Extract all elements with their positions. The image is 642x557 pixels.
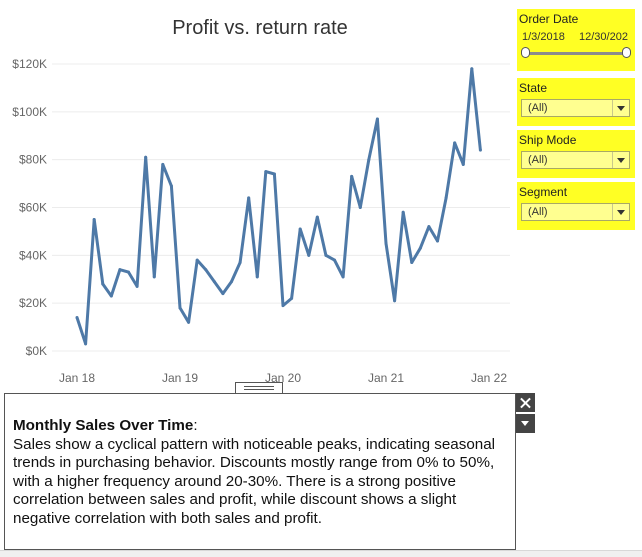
data-point[interactable] (470, 67, 474, 71)
y-tick-label: $120K (12, 57, 47, 71)
data-point[interactable] (84, 342, 88, 346)
data-point[interactable] (127, 270, 130, 274)
ship-mode-dropdown[interactable]: (All) (521, 151, 630, 169)
data-point[interactable] (204, 268, 208, 272)
chevron-down-icon[interactable] (612, 152, 629, 168)
data-point[interactable] (358, 206, 362, 209)
bottom-scroll-strip (0, 550, 642, 557)
filter-title-state: State (519, 81, 548, 95)
data-point[interactable] (324, 253, 328, 257)
data-point[interactable] (92, 217, 96, 221)
chevron-down-icon[interactable] (612, 100, 629, 116)
data-point[interactable] (221, 292, 225, 296)
x-tick-label: Jan 18 (59, 371, 95, 385)
filter-title-order-date: Order Date (519, 12, 579, 26)
data-point[interactable] (118, 268, 122, 272)
date-start-label: 1/3/2018 (522, 31, 565, 43)
state-dropdown[interactable]: (All) (521, 99, 630, 117)
data-point[interactable] (418, 246, 422, 250)
y-tick-label: $100K (12, 105, 47, 119)
filter-state: State (All) (517, 78, 635, 126)
data-point[interactable] (230, 280, 233, 284)
data-point[interactable] (195, 258, 199, 262)
y-tick-label: $60K (19, 201, 47, 215)
data-point[interactable] (264, 170, 268, 174)
data-point[interactable] (101, 282, 105, 286)
data-point[interactable] (333, 258, 336, 262)
segment-dropdown[interactable]: (All) (521, 203, 630, 221)
description-heading: Monthly Sales Over Time (13, 417, 194, 434)
data-point[interactable] (384, 241, 388, 245)
data-point[interactable] (478, 148, 482, 152)
ship-mode-dropdown-value: (All) (528, 154, 548, 166)
close-icon[interactable] (516, 393, 535, 412)
date-end-label: 12/30/202 (579, 31, 628, 43)
date-range-slider-track[interactable] (525, 52, 627, 55)
data-point[interactable] (109, 294, 113, 298)
data-point[interactable] (238, 261, 242, 265)
y-tick-label: $0K (26, 344, 47, 358)
data-point[interactable] (281, 304, 285, 308)
data-point[interactable] (247, 196, 251, 200)
filter-title-segment: Segment (519, 185, 568, 199)
filter-segment: Segment (All) (517, 182, 635, 230)
chevron-down-icon[interactable] (612, 204, 629, 220)
data-point[interactable] (427, 225, 431, 229)
description-body: Sales show a cyclical pattern with notic… (13, 435, 496, 527)
menu-button[interactable] (516, 414, 535, 433)
data-point[interactable] (341, 275, 345, 279)
y-tick-label: $40K (19, 248, 47, 262)
date-range-start-handle[interactable] (521, 47, 530, 58)
filter-order-date: Order Date 1/3/2018 12/30/202 (517, 9, 635, 71)
x-tick-label: Jan 22 (471, 371, 507, 385)
line-chart[interactable]: $0K $20K $40K $60K $80K $100K $120K Jan 18 Jan 1… (0, 0, 512, 395)
date-range-end-handle[interactable] (622, 47, 631, 58)
data-point[interactable] (298, 227, 302, 231)
data-point[interactable] (178, 306, 182, 310)
data-point[interactable] (315, 215, 319, 219)
data-point[interactable] (290, 296, 294, 300)
data-point[interactable] (401, 210, 405, 214)
data-point[interactable] (307, 253, 311, 257)
data-point[interactable] (272, 172, 276, 176)
data-point[interactable] (350, 174, 354, 178)
data-point[interactable] (75, 316, 79, 320)
data-point[interactable] (461, 162, 465, 166)
data-point[interactable] (453, 141, 457, 145)
data-point[interactable] (161, 162, 165, 166)
data-point[interactable] (436, 239, 439, 243)
data-point[interactable] (152, 275, 156, 279)
data-point[interactable] (212, 280, 216, 284)
filter-title-ship-mode: Ship Mode (519, 133, 577, 147)
data-point[interactable] (169, 184, 173, 188)
x-tick-label: Jan 21 (368, 371, 404, 385)
data-point[interactable] (410, 261, 414, 265)
x-tick-label: Jan 19 (162, 371, 198, 385)
data-point[interactable] (393, 299, 397, 303)
data-point[interactable] (144, 155, 148, 159)
data-point[interactable] (367, 158, 371, 162)
y-tick-label: $80K (19, 153, 47, 167)
series-line[interactable] (75, 67, 482, 346)
data-point[interactable] (375, 117, 379, 121)
y-tick-label: $20K (19, 296, 47, 310)
description-heading-colon: : (193, 417, 198, 434)
data-point[interactable] (187, 320, 191, 324)
data-point[interactable] (255, 275, 259, 279)
description-panel: Monthly Sales Over Time: Sales show a cyc… (4, 393, 516, 550)
data-point[interactable] (444, 196, 448, 200)
data-point[interactable] (135, 284, 139, 288)
state-dropdown-value: (All) (528, 102, 548, 114)
description-text: Monthly Sales Over Time: Sales show a cyc… (13, 417, 508, 528)
chart-area: Profit vs. return rate $0K $20K $40K $60K $8… (0, 0, 512, 395)
segment-dropdown-value: (All) (528, 206, 548, 218)
filter-ship-mode: Ship Mode (All) (517, 130, 635, 178)
